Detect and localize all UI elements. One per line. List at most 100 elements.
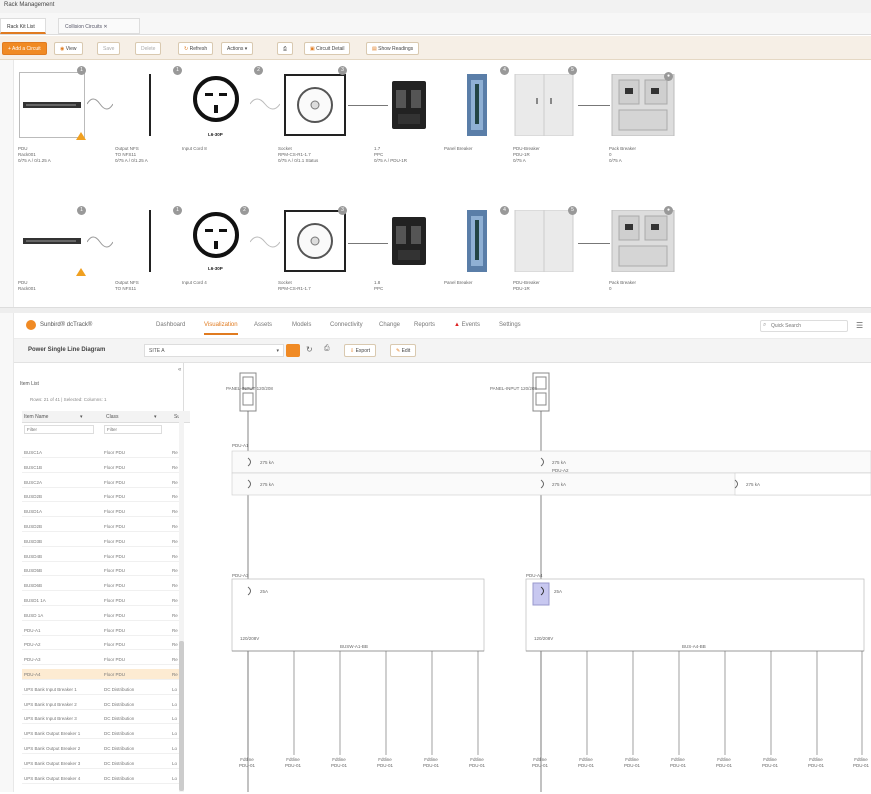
feeder-label[interactable]: Fdtline PDU-01 bbox=[239, 757, 255, 769]
table-row[interactable]: UPS Bank Output Breaker 1 DC Distribution… bbox=[22, 728, 179, 740]
feeder-label[interactable]: Fdtline PDU-01 bbox=[285, 757, 301, 769]
nav-settings[interactable]: Settings bbox=[499, 322, 521, 328]
receptacle-device[interactable] bbox=[282, 70, 348, 140]
list-scrollbar[interactable] bbox=[179, 411, 184, 792]
tab-collision-circuits[interactable]: Collision Circuits ✕ bbox=[58, 18, 140, 34]
plug-type-label: L6-30P bbox=[208, 266, 223, 271]
refresh-button[interactable]: ↻ Refresh bbox=[178, 42, 214, 55]
table-row[interactable]: BUSD2B Floor PDU Re bbox=[22, 521, 179, 532]
location-select[interactable]: SITE A ▾ bbox=[144, 344, 284, 357]
feeder-label[interactable]: Fdtline PDU-01 bbox=[423, 757, 439, 769]
nav-events[interactable]: ▲ Events bbox=[454, 322, 480, 328]
view-button[interactable]: ◉ View bbox=[54, 42, 83, 55]
table-row[interactable]: UPS Bank Output Breaker 2 DC Distribution… bbox=[22, 743, 179, 754]
refresh-icon[interactable]: ↻ bbox=[306, 345, 313, 354]
nav-reports[interactable]: Reports bbox=[414, 322, 435, 328]
actions-dropdown[interactable]: Actions ▾ bbox=[221, 42, 254, 55]
feeder-label[interactable]: Fdtline PDU-01 bbox=[716, 757, 732, 769]
table-row[interactable]: BUSD4B Floor PDU Re bbox=[22, 551, 179, 562]
table-row[interactable]: BUSD5B Floor PDU Re bbox=[22, 565, 179, 577]
nav-change[interactable]: Change bbox=[379, 322, 400, 328]
class-filter-input[interactable] bbox=[104, 425, 162, 434]
table-row[interactable]: PDU-A4 Floor PDU Re bbox=[22, 669, 179, 680]
feeder-label[interactable]: Fdtline PDU-01 bbox=[853, 757, 869, 769]
name-filter-input[interactable] bbox=[24, 425, 94, 434]
pdu-cabinet-device[interactable] bbox=[512, 70, 576, 140]
nav-dashboard[interactable]: Dashboard bbox=[156, 322, 185, 328]
table-row[interactable]: PDU-A1 Floor PDU Re bbox=[22, 625, 179, 636]
table-row[interactable]: BUSC1B Floor PDU Re bbox=[22, 462, 179, 473]
feeder-label[interactable]: Fdtline PDU-01 bbox=[377, 757, 393, 769]
save-button[interactable]: Save bbox=[97, 42, 121, 55]
col-class[interactable]: Class bbox=[106, 414, 119, 420]
delete-button[interactable]: Delete bbox=[135, 42, 162, 55]
print-button[interactable]: ⎙ bbox=[277, 42, 294, 55]
pdu-cabinet-device[interactable] bbox=[512, 206, 576, 276]
breaker-device[interactable] bbox=[388, 206, 430, 276]
breaker-device[interactable] bbox=[388, 70, 430, 140]
panel-device[interactable] bbox=[462, 206, 492, 276]
table-row[interactable]: PDU-A3 Floor PDU Re bbox=[22, 654, 179, 666]
table-row[interactable]: UPS Bank Input Breaker 2 DC Distribution L… bbox=[22, 699, 179, 710]
feeder-label[interactable]: Fdtline PDU-01 bbox=[532, 757, 548, 769]
feeder-label[interactable]: Fdtline PDU-01 bbox=[624, 757, 640, 769]
edit-label: Edit bbox=[401, 348, 411, 354]
table-row[interactable]: UPS Bank Input Breaker 1 DC Distribution L… bbox=[22, 684, 179, 695]
list-scrollbar-thumb[interactable] bbox=[179, 641, 184, 791]
feeder-label[interactable]: Fdtline PDU-01 bbox=[762, 757, 778, 769]
cell-class: Floor PDU bbox=[104, 538, 126, 544]
table-row[interactable]: UPS Bank Output Breaker 3 DC Distribution… bbox=[22, 758, 179, 769]
printer-icon[interactable]: ⎙ bbox=[324, 345, 330, 353]
input-cord-device[interactable] bbox=[188, 70, 244, 140]
pdu-device[interactable] bbox=[18, 206, 86, 276]
breaker-icon bbox=[392, 81, 426, 129]
cell-class: DC Distribution bbox=[104, 731, 135, 737]
cell-sub: Lo bbox=[172, 701, 178, 707]
cell-item-name: BUSD6B bbox=[24, 583, 43, 589]
show-readings-button[interactable]: ▤ Show Readings bbox=[366, 42, 420, 55]
table-row[interactable]: BUSD 1A Floor PDU Re bbox=[22, 610, 179, 621]
feeder-label[interactable]: Fdtline PDU-01 bbox=[670, 757, 686, 769]
receptacle-device[interactable] bbox=[282, 206, 348, 276]
table-row[interactable]: UPS Bank Output Breaker 4 DC Distribution… bbox=[22, 773, 179, 784]
col-item-name[interactable]: Item Name bbox=[24, 414, 48, 420]
cell-class: DC Distribution bbox=[104, 686, 135, 692]
feeder-label[interactable]: Fdtline PDU-01 bbox=[469, 757, 485, 769]
add-circuit-button[interactable]: + Add a Circuit bbox=[2, 42, 47, 55]
table-row[interactable]: BUSD1A Floor PDU Re bbox=[22, 506, 179, 518]
export-button[interactable]: ⇩ Export bbox=[344, 344, 377, 357]
table-row[interactable]: BUSD1 1A Floor PDU Re bbox=[22, 595, 179, 606]
edit-button[interactable]: ✎ Edit bbox=[390, 344, 417, 357]
feeder-label[interactable]: Fdtline PDU-01 bbox=[331, 757, 347, 769]
tab-rack-kit-list[interactable]: Rack Kit List bbox=[0, 18, 46, 34]
cell-class: DC Distribution bbox=[104, 716, 135, 722]
pdu-device[interactable] bbox=[18, 70, 86, 140]
table-row[interactable]: PDU-A2 Floor PDU Re bbox=[22, 639, 179, 651]
nav-visualization[interactable]: Visualization bbox=[204, 322, 238, 335]
device-caption: PDU-Breaker PDU-1R 0/75 A bbox=[513, 146, 540, 163]
nav-connectivity[interactable]: Connectivity bbox=[330, 322, 363, 328]
switchgear-device[interactable] bbox=[610, 206, 676, 276]
table-row[interactable]: BUSD2B Floor PDU Re bbox=[22, 491, 179, 503]
table-row[interactable]: BUSD3B Floor PDU Re bbox=[22, 536, 179, 547]
circuit-detail-button[interactable]: ▣ Circuit Detail bbox=[304, 42, 351, 55]
output-cable-device[interactable] bbox=[130, 70, 170, 140]
table-row[interactable]: BUSC1A Floor PDU Re bbox=[22, 447, 179, 458]
table-row[interactable]: UPS Bank Input Breaker 3 DC Distribution L… bbox=[22, 713, 179, 725]
table-row[interactable]: BUSD6B Floor PDU Re bbox=[22, 580, 179, 592]
output-cable-device[interactable] bbox=[130, 206, 170, 276]
menu-icon[interactable]: ☰ bbox=[856, 321, 863, 330]
table-row[interactable]: BUSC2A Floor PDU Re bbox=[22, 477, 179, 488]
sort-icon[interactable]: ▾ bbox=[154, 414, 157, 420]
collapse-icon[interactable]: « bbox=[178, 367, 181, 373]
sort-icon[interactable]: ▾ bbox=[80, 414, 83, 420]
nav-assets[interactable]: Assets bbox=[254, 322, 272, 328]
nav-models[interactable]: Models bbox=[292, 322, 311, 328]
close-icon[interactable]: ✕ bbox=[103, 24, 107, 30]
quick-search-input[interactable] bbox=[760, 320, 848, 332]
feeder-label[interactable]: Fdtline PDU-01 bbox=[808, 757, 824, 769]
panel-breaker-left: 25A bbox=[260, 589, 269, 594]
apply-button[interactable] bbox=[286, 344, 300, 357]
feeder-label[interactable]: Fdtline PDU-01 bbox=[578, 757, 594, 769]
panel-device[interactable] bbox=[462, 70, 492, 140]
